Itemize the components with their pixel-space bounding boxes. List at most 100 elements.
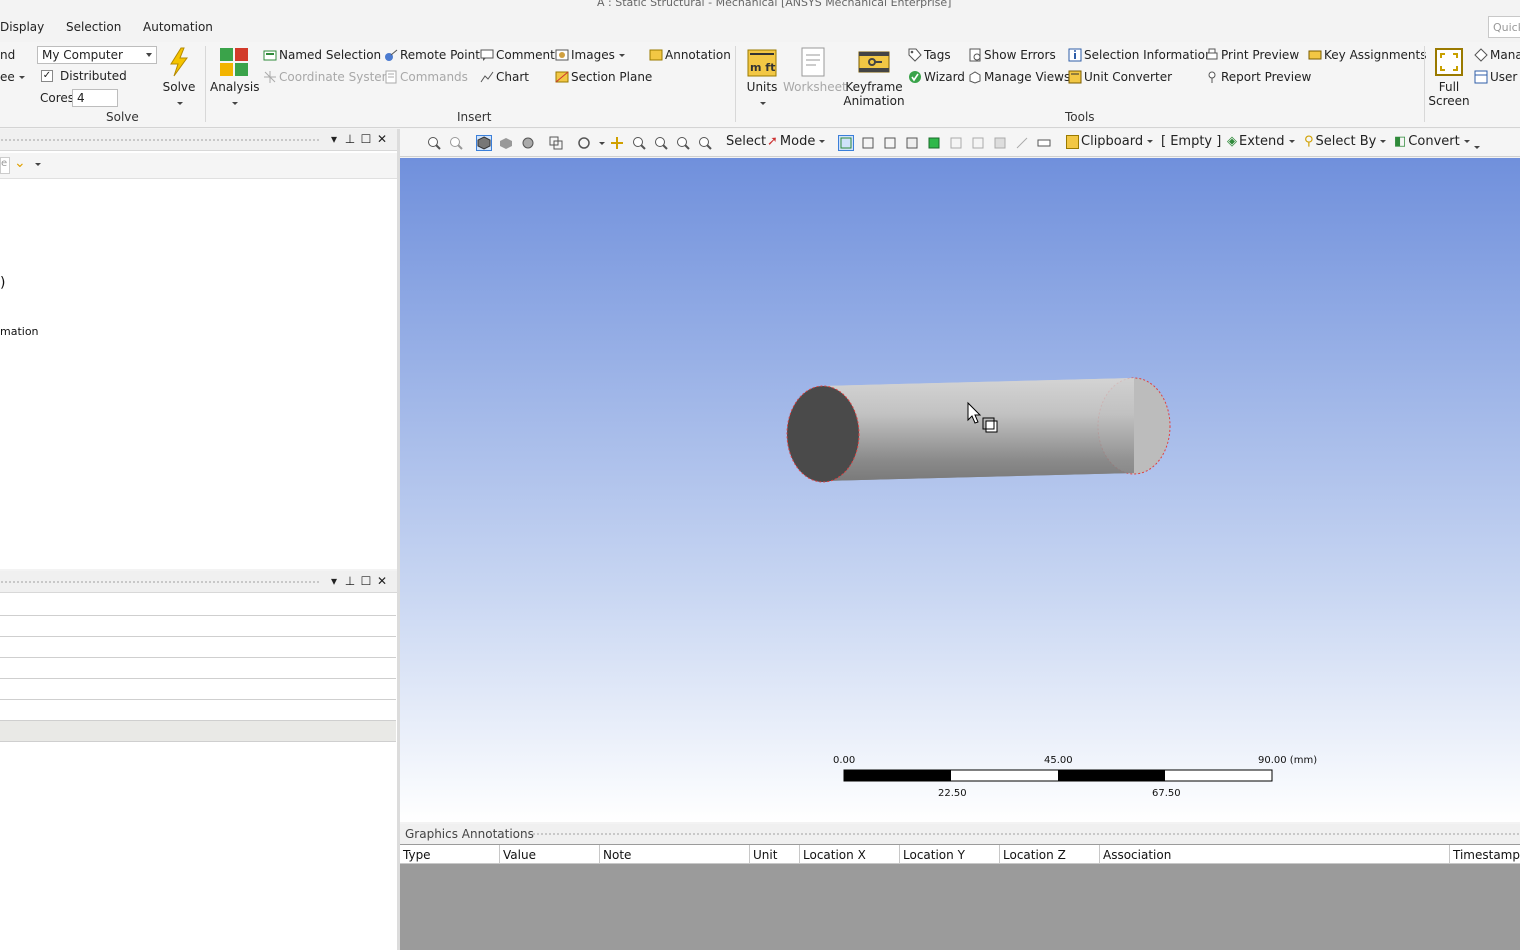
close-icon[interactable]: ✕ — [375, 132, 389, 146]
cylinder-body[interactable] — [786, 377, 1171, 483]
details-row-header[interactable] — [0, 721, 396, 742]
menu-automation[interactable]: Automation — [143, 20, 213, 34]
graphics-viewport[interactable]: 0.00 45.00 90.00 (mm) 22.50 67.50 — [400, 158, 1520, 822]
box-zoom-icon[interactable] — [654, 136, 668, 150]
zoom-icon[interactable] — [632, 136, 646, 150]
select-by-button[interactable]: ⚲ Select By — [1304, 134, 1387, 149]
frame-icon[interactable] — [549, 136, 563, 150]
select-node-icon[interactable] — [949, 136, 963, 150]
select-edge-icon[interactable] — [861, 136, 875, 150]
chevron-down-icon[interactable]: ⌄ — [14, 155, 26, 171]
section-plane-button[interactable]: Section Plane — [555, 70, 652, 84]
clipboard-button[interactable]: Clipboard — [1066, 134, 1154, 149]
column-header-type[interactable]: Type — [400, 845, 500, 864]
select-button[interactable]: Select — [726, 134, 766, 149]
maximize-icon[interactable]: ☐ — [359, 574, 373, 588]
pan-icon[interactable] — [610, 136, 624, 150]
shaded-view-icon[interactable] — [476, 135, 492, 151]
maximize-icon[interactable]: ☐ — [359, 132, 373, 146]
user-defined-button[interactable]: User D — [1474, 70, 1520, 84]
details-row[interactable] — [0, 595, 396, 616]
chart-button[interactable]: Chart — [480, 70, 529, 84]
ribbon-partial-item[interactable]: nd — [0, 48, 15, 62]
column-header-location-x[interactable]: Location X — [800, 845, 900, 864]
details-row[interactable] — [0, 616, 396, 637]
named-selection-button[interactable]: Named Selection — [263, 48, 381, 62]
column-header-timestamp[interactable]: Timestamp — [1450, 845, 1520, 864]
remote-point-button[interactable]: Remote Point — [384, 48, 480, 62]
solver-computer-select[interactable]: My Computer — [37, 46, 157, 64]
wireframe-view-icon[interactable] — [499, 136, 513, 150]
menu-display[interactable]: Display — [0, 20, 44, 34]
tags-button[interactable]: Tags — [908, 48, 951, 62]
column-header-value[interactable]: Value — [500, 845, 600, 864]
pane-menu-icon[interactable]: ▾ — [327, 574, 341, 588]
ruler-icon[interactable] — [1037, 136, 1051, 150]
close-icon[interactable]: ✕ — [375, 574, 389, 588]
annotation-button[interactable]: Annotation — [649, 48, 731, 62]
units-button[interactable]: m ft Units — [742, 46, 782, 108]
remote-point-icon — [384, 48, 398, 62]
pin-icon[interactable]: ⊥ — [343, 132, 357, 146]
details-row[interactable] — [0, 700, 396, 721]
commands-icon — [384, 70, 398, 84]
commands-button[interactable]: Commands — [384, 70, 468, 84]
model-view[interactable] — [400, 158, 1520, 822]
convert-button[interactable]: ◧ Convert — [1394, 134, 1470, 149]
column-header-note[interactable]: Note — [600, 845, 750, 864]
print-preview-button[interactable]: Print Preview — [1205, 48, 1299, 62]
manage-layout-button[interactable]: Mana — [1474, 48, 1520, 62]
zoom-to-fit-icon[interactable] — [676, 136, 690, 150]
details-row[interactable] — [0, 679, 396, 700]
menu-selection[interactable]: Selection — [66, 20, 121, 34]
coordinate-system-button[interactable]: Coordinate System — [263, 70, 393, 84]
pane-menu-icon[interactable]: ▾ — [327, 132, 341, 146]
details-row[interactable] — [0, 637, 396, 658]
keyframe-animation-button[interactable]: Keyframe Animation — [843, 46, 905, 108]
column-header-location-y[interactable]: Location Y — [900, 845, 1000, 864]
cores-input[interactable]: 4 — [72, 89, 118, 107]
details-row[interactable] — [0, 658, 396, 679]
images-button[interactable]: Images — [555, 48, 625, 62]
dropdown-arrow-icon[interactable] — [599, 142, 605, 145]
full-screen-button[interactable]: Full Screen — [1428, 46, 1470, 108]
distributed-checkbox[interactable]: ✓ — [41, 70, 53, 82]
select-body-green-icon[interactable] — [927, 136, 941, 150]
report-preview-button[interactable]: Report Preview — [1205, 70, 1311, 84]
column-header-unit[interactable]: Unit — [750, 845, 800, 864]
zoom-out-icon[interactable] — [449, 136, 463, 150]
toolbar-overflow-icon[interactable] — [1474, 146, 1480, 149]
select-vertex-icon[interactable] — [838, 135, 854, 151]
show-errors-button[interactable]: Show Errors — [968, 48, 1056, 62]
column-header-location-z[interactable]: Location Z — [1000, 845, 1100, 864]
solve-button[interactable]: Solve — [160, 46, 198, 108]
clipboard-status: [ Empty ] — [1161, 134, 1222, 149]
filter-input[interactable]: e — [0, 157, 10, 174]
magnifier-icon[interactable] — [698, 136, 712, 150]
worksheet-button[interactable]: Worksheet — [783, 46, 847, 94]
extend-button[interactable]: ◈ Extend — [1227, 134, 1295, 149]
ribbon-partial-item-2[interactable]: ee — [0, 70, 25, 84]
select-element-face-icon[interactable] — [971, 136, 985, 150]
rotate-icon[interactable] — [577, 136, 591, 150]
zoom-in-icon[interactable] — [427, 136, 441, 150]
selection-information-button[interactable]: Selection Information — [1068, 48, 1213, 62]
select-face-icon[interactable] — [883, 136, 897, 150]
tree-item-fragment[interactable]: ) — [0, 275, 5, 291]
pin-icon[interactable]: ⊥ — [343, 574, 357, 588]
key-assignments-button[interactable]: Key Assignments — [1308, 48, 1426, 62]
analysis-button[interactable]: Analysis — [210, 46, 259, 108]
select-element-icon[interactable] — [993, 136, 1007, 150]
tree-item-fragment-automation[interactable]: mation — [0, 325, 39, 338]
comment-button[interactable]: Comment — [480, 48, 555, 62]
coordinate-select-icon[interactable] — [1015, 136, 1029, 150]
cut-view-icon[interactable] — [521, 136, 535, 150]
unit-converter-button[interactable]: Unit Converter — [1068, 70, 1172, 84]
manage-views-button[interactable]: Manage Views — [968, 70, 1070, 84]
select-body-icon[interactable] — [905, 136, 919, 150]
wizard-button[interactable]: Wizard — [908, 70, 965, 84]
quick-search-input[interactable]: Quick — [1488, 16, 1520, 38]
column-header-association[interactable]: Association — [1100, 845, 1450, 864]
dropdown-arrow-icon[interactable] — [35, 163, 41, 166]
select-mode-button[interactable]: ➚ Mode — [767, 134, 826, 149]
